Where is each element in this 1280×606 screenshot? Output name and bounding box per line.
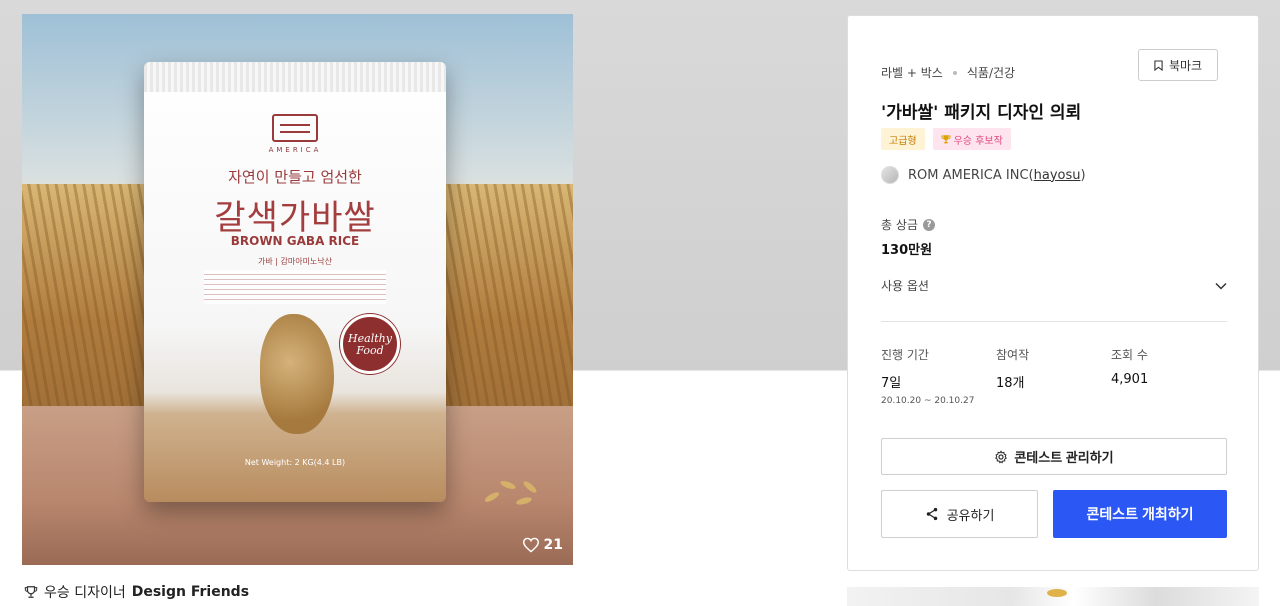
healthy-food-badge: Healthy Food — [340, 314, 400, 374]
manage-contest-label: 콘테스트 관리하기 — [1014, 450, 1114, 465]
prize-label-text: 총 상금 — [881, 218, 918, 232]
views-label: 조회 수 — [1111, 348, 1148, 362]
winner-designer: 우승 디자이너 Design Friends — [24, 582, 249, 602]
contest-title: '가바쌀' 패키지 디자인 의뢰 — [881, 103, 1082, 123]
breadcrumb: 라벨 + 박스 식품/건강 — [881, 64, 1015, 81]
prize-value: 130만원 — [881, 243, 933, 258]
stat-views: 조회 수 4,901 — [1111, 346, 1148, 387]
bag-brand: AMERICA — [268, 146, 322, 154]
bag-seal — [144, 62, 446, 92]
grade-badge: 고급형 — [881, 128, 925, 150]
award-badge: 우승 후보작 — [932, 128, 1011, 150]
breadcrumb-category[interactable]: 라벨 + 박스 — [881, 64, 943, 81]
contest-image[interactable]: AMERICA 자연이 만들고 엄선한 갈색가바쌀 BROWN GABA RIC… — [22, 14, 573, 565]
bookmark-icon — [1154, 59, 1163, 71]
rice-seeds — [482, 476, 542, 512]
bag-description-lines — [204, 270, 386, 304]
bookmark-button[interactable]: 북마크 — [1138, 49, 1218, 81]
usage-option-label: 사용 옵션 — [881, 279, 929, 293]
period-label: 진행 기간 — [881, 348, 929, 362]
bag-subtitle: BROWN GABA RICE — [230, 234, 360, 248]
share-icon — [926, 507, 937, 521]
heart-icon — [522, 537, 539, 553]
divider — [881, 321, 1227, 322]
bag-net-weight: Net Weight: 2 KG(4.4 LB) — [244, 458, 346, 467]
period-range: 20.10.20 ~ 20.10.27 — [881, 396, 975, 406]
bag-small-text: 가바 | 감마아미노낙산 — [257, 257, 333, 266]
period-value: 7일 — [881, 376, 902, 391]
owner-name: ROM AMERICA INC — [908, 167, 1029, 183]
bookmark-label: 북마크 — [1168, 58, 1203, 73]
trophy-icon — [24, 586, 38, 598]
chevron-down-icon — [1215, 282, 1227, 290]
share-label: 공유하기 — [946, 507, 995, 523]
winner-prefix: 우승 디자이너 — [44, 585, 126, 601]
host-contest-button[interactable]: 콘테스트 개최하기 — [1053, 490, 1227, 538]
like-count: 21 — [543, 537, 563, 553]
brand-logo-icon — [272, 114, 318, 142]
contest-owner[interactable]: ROM AMERICA INC(hayosu) — [881, 166, 1086, 184]
breadcrumb-subcategory[interactable]: 식품/건강 — [967, 64, 1015, 81]
breadcrumb-separator — [952, 70, 957, 75]
owner-handle-link[interactable]: hayosu — [1034, 168, 1081, 183]
prize-label: 총 상금 ? — [881, 216, 935, 233]
contest-info-panel: 북마크 라벨 + 박스 식품/건강 '가바쌀' 패키지 디자인 의뢰 고급형 우… — [847, 15, 1259, 571]
stat-entries: 참여작 18개 — [996, 346, 1029, 391]
entries-label: 참여작 — [996, 348, 1030, 362]
views-value: 4,901 — [1111, 372, 1149, 387]
rice-grain-window — [260, 314, 334, 434]
related-content-preview[interactable] — [847, 587, 1259, 606]
manage-contest-button[interactable]: 콘테스트 관리하기 — [881, 438, 1227, 475]
usage-option-toggle[interactable]: 사용 옵션 — [881, 277, 1227, 294]
contest-tags: 고급형 우승 후보작 — [881, 128, 1011, 150]
bag-tagline: 자연이 만들고 엄선한 — [228, 168, 362, 186]
badge-line-2: Food — [356, 344, 384, 357]
share-button[interactable]: 공유하기 — [881, 490, 1038, 538]
help-icon[interactable]: ? — [922, 218, 935, 231]
gear-icon — [995, 449, 1008, 464]
rice-bag-package: AMERICA 자연이 만들고 엄선한 갈색가바쌀 BROWN GABA RIC… — [144, 62, 446, 502]
award-badge-label: 우승 후보작 — [953, 135, 1003, 147]
entries-value: 18개 — [996, 376, 1025, 391]
winner-name-link[interactable]: Design Friends — [132, 584, 249, 600]
avatar — [881, 166, 899, 184]
like-button[interactable]: 21 — [522, 537, 563, 553]
trophy-icon — [941, 135, 951, 144]
bag-title: 갈색가바쌀 — [214, 198, 376, 238]
stat-period: 진행 기간 7일 20.10.20 ~ 20.10.27 — [881, 346, 974, 406]
